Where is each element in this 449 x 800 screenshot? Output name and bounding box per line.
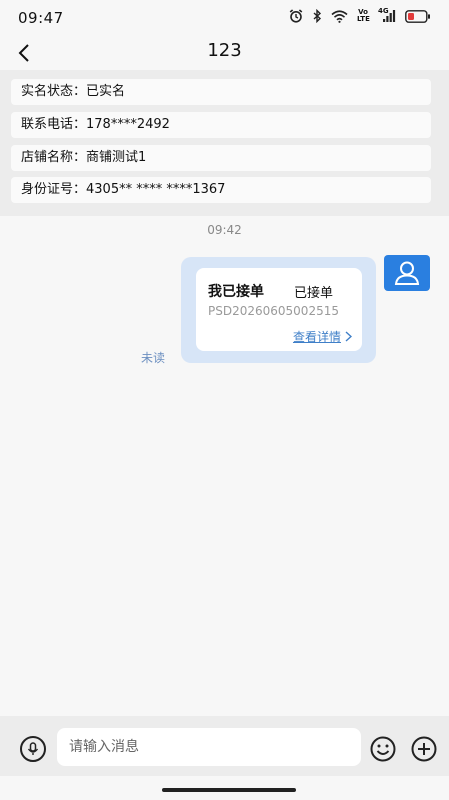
- order-number: PSD20260605002515: [208, 304, 339, 318]
- info-label: 实名状态：: [21, 84, 87, 99]
- home-area: [0, 776, 449, 800]
- home-indicator[interactable]: [162, 788, 296, 792]
- plus-icon[interactable]: [410, 735, 438, 763]
- info-label: 店铺名称：: [21, 150, 87, 165]
- order-title: 我已接单: [208, 284, 264, 300]
- shop-info-panel: 实名状态：已实名 联系电话：178****2492 店铺名称：商铺测试1 身份证…: [0, 70, 449, 216]
- info-row-verification: 实名状态：已实名: [11, 79, 431, 105]
- chevron-right-icon: [345, 331, 352, 342]
- info-row-phone: 联系电话：178****2492: [11, 112, 431, 138]
- wifi-icon: [331, 9, 348, 23]
- bluetooth-icon: [313, 9, 322, 23]
- message-input[interactable]: [57, 728, 361, 766]
- info-value: 4305** **** ****1367: [86, 182, 226, 197]
- info-label: 联系电话：: [21, 117, 87, 132]
- order-card[interactable]: 我已接单 已接单 PSD20260605002515 查看详情: [196, 268, 362, 351]
- user-avatar-icon: [394, 261, 420, 285]
- info-row-id-number: 身份证号：4305** **** ****1367: [11, 177, 431, 203]
- voice-button[interactable]: [20, 736, 46, 762]
- status-time: 09:47: [18, 9, 64, 27]
- info-value: 已实名: [86, 84, 126, 99]
- message-bubble: 我已接单 已接单 PSD20260605002515 查看详情: [181, 257, 376, 363]
- read-status: 未读: [141, 351, 166, 365]
- info-label: 身份证号：: [21, 182, 87, 197]
- info-value: 商铺测试1: [86, 150, 147, 165]
- alarm-icon: [289, 9, 303, 23]
- view-details-label: 查看详情: [292, 330, 341, 344]
- input-bar: [0, 716, 449, 776]
- battery-icon: [405, 9, 430, 23]
- message-timestamp: 09:42: [207, 223, 242, 237]
- view-details-link[interactable]: 查看详情: [293, 328, 352, 345]
- voice-icon: [27, 742, 39, 755]
- emoji-icon[interactable]: [369, 735, 397, 763]
- nav-bar: 123: [0, 34, 449, 74]
- order-status: 已接单: [294, 286, 334, 301]
- status-bar: 09:47 Vo LTE 4G: [0, 0, 449, 34]
- cellular-4g-icon: 4G: [378, 7, 396, 23]
- user-avatar[interactable]: [384, 255, 430, 291]
- volte-icon: Vo LTE: [357, 8, 370, 23]
- page-title: 123: [207, 40, 242, 61]
- info-row-shop-name: 店铺名称：商铺测试1: [11, 145, 431, 171]
- status-icons: Vo LTE 4G: [289, 6, 431, 26]
- info-value: 178****2492: [86, 117, 170, 132]
